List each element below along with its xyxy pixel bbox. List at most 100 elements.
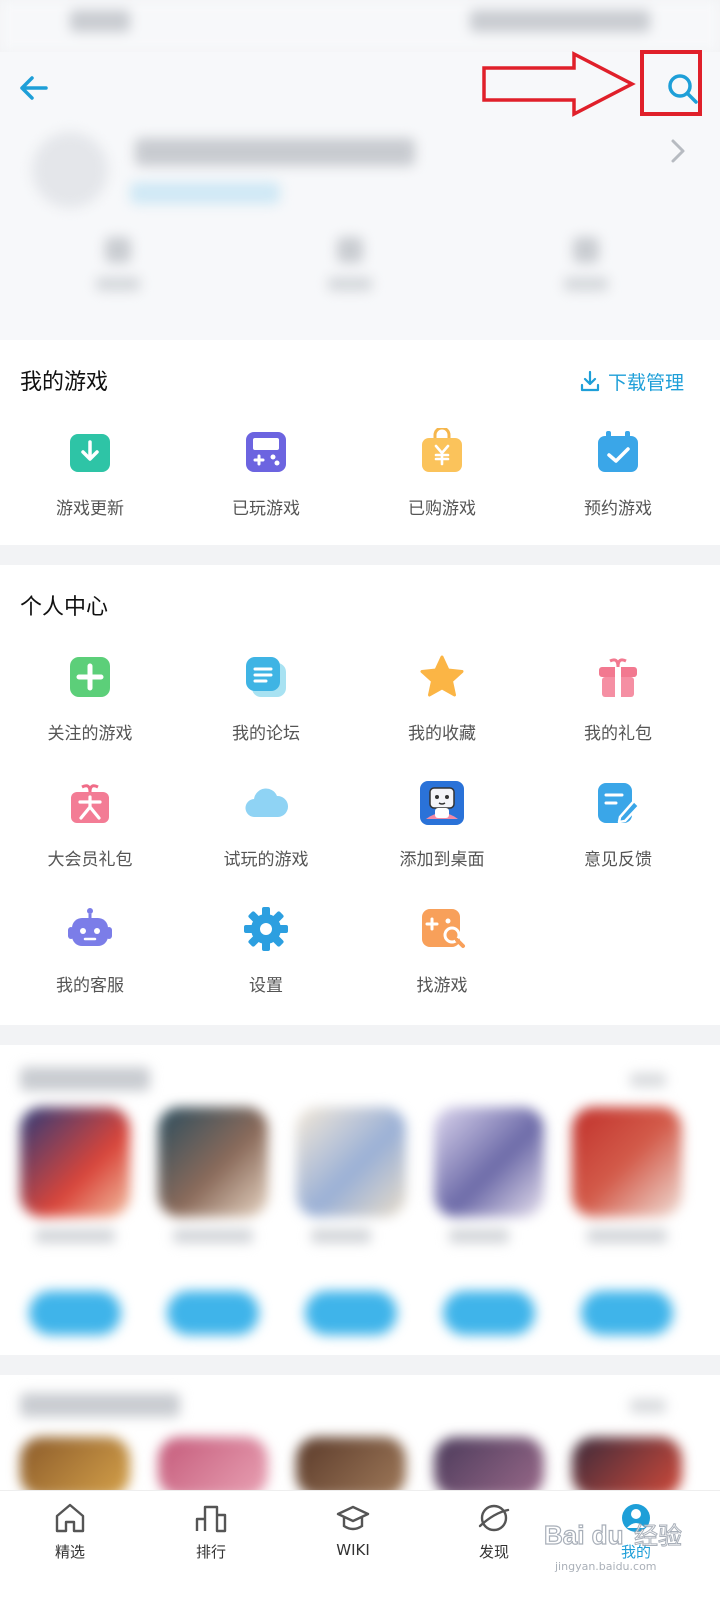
vip-gift-label: 大会员礼包 xyxy=(47,850,133,870)
feedback-edit-icon xyxy=(598,783,641,824)
recommended-more[interactable] xyxy=(630,1073,666,1087)
download-manage-label: 下载管理 xyxy=(608,371,685,394)
vip-gift-item[interactable]: 大会员礼包 xyxy=(0,779,180,870)
followed-games-label: 关注的游戏 xyxy=(47,724,133,744)
username xyxy=(135,138,415,166)
status-bar xyxy=(0,0,720,52)
purchased-games-item[interactable]: 已购游戏 xyxy=(352,426,532,519)
game-update-item[interactable]: 游戏更新 xyxy=(0,428,180,519)
watermark-url: jingyan.baidu.com xyxy=(555,1560,657,1573)
download-update-icon xyxy=(70,434,110,472)
back-button[interactable] xyxy=(16,68,56,108)
stat-1[interactable] xyxy=(88,237,148,307)
my-favorites-label: 我的收藏 xyxy=(408,724,476,744)
my-gift-label: 我的礼包 xyxy=(584,724,652,744)
planet-icon xyxy=(478,1504,510,1532)
game-update-label: 游戏更新 xyxy=(56,499,124,519)
game-action-button[interactable] xyxy=(167,1291,259,1335)
bottom-tab-bar: 精选 排行 WIKI 发现 我的 xyxy=(0,1490,720,1601)
find-game-item[interactable]: 找游戏 xyxy=(352,905,532,996)
recommended-games-section xyxy=(0,1045,720,1355)
feedback-label: 意见反馈 xyxy=(584,850,652,870)
my-forum-item[interactable]: 我的论坛 xyxy=(176,653,356,744)
add-to-desktop-label: 添加到桌面 xyxy=(399,850,485,870)
game-icon[interactable] xyxy=(434,1107,544,1217)
recommended-title xyxy=(20,1067,150,1091)
tab-discover-label: 发现 xyxy=(478,1543,509,1561)
find-game-icon xyxy=(422,909,465,948)
tab-wiki[interactable]: WIKI xyxy=(313,1501,393,1559)
my-games-title: 我的游戏 xyxy=(20,370,109,395)
game-icon[interactable] xyxy=(434,1437,544,1497)
status-indicators xyxy=(470,10,650,32)
download-manage-link[interactable]: 下载管理 xyxy=(578,366,684,396)
game-name xyxy=(311,1229,371,1243)
my-forum-label: 我的论坛 xyxy=(232,724,300,744)
game-name xyxy=(449,1229,509,1243)
robot-service-icon xyxy=(68,908,112,946)
personal-center-title: 个人中心 xyxy=(20,595,109,620)
tab-ranking[interactable]: 排行 xyxy=(171,1501,251,1562)
game-icon[interactable] xyxy=(296,1107,406,1217)
tab-featured[interactable]: 精选 xyxy=(30,1501,110,1562)
game-icon[interactable] xyxy=(572,1437,682,1497)
search-button[interactable] xyxy=(660,66,706,112)
gift-icon xyxy=(599,658,637,697)
tab-mine-label: 我的 xyxy=(620,1543,651,1561)
second-section-more[interactable] xyxy=(630,1399,666,1413)
game-action-button[interactable] xyxy=(305,1291,397,1335)
graduation-cap-icon xyxy=(336,1505,370,1531)
plus-follow-icon xyxy=(70,657,110,697)
personal-center-card: 个人中心 关注的游戏 我的论坛 我的收藏 我的礼包 大会员礼包 试玩的游戏 添加… xyxy=(0,565,720,1025)
game-action-button[interactable] xyxy=(29,1291,121,1335)
game-icon[interactable] xyxy=(158,1107,268,1217)
game-action-button[interactable] xyxy=(443,1291,535,1335)
find-game-label: 找游戏 xyxy=(416,976,468,996)
played-games-label: 已玩游戏 xyxy=(232,499,300,519)
status-time xyxy=(70,10,130,32)
tab-featured-label: 精选 xyxy=(54,1543,85,1561)
game-icon[interactable] xyxy=(158,1437,268,1497)
profile-icon xyxy=(622,1504,650,1532)
cloud-icon xyxy=(245,788,289,818)
customer-service-item[interactable]: 我的客服 xyxy=(0,905,180,996)
vip-gift-icon xyxy=(71,784,109,823)
reserved-games-item[interactable]: 预约游戏 xyxy=(528,428,708,519)
purchased-games-label: 已购游戏 xyxy=(408,499,476,519)
second-section-title xyxy=(20,1393,180,1417)
avatar[interactable] xyxy=(32,132,108,208)
played-games-item[interactable]: 已玩游戏 xyxy=(176,428,356,519)
game-icon[interactable] xyxy=(20,1437,130,1497)
download-icon xyxy=(580,370,600,392)
tab-ranking-label: 排行 xyxy=(195,1543,226,1561)
stat-3[interactable] xyxy=(556,237,616,307)
my-gift-item[interactable]: 我的礼包 xyxy=(528,653,708,744)
game-icon[interactable] xyxy=(296,1437,406,1497)
my-favorites-item[interactable]: 我的收藏 xyxy=(352,653,532,744)
calendar-check-icon xyxy=(598,431,638,472)
user-level-badge xyxy=(130,182,280,204)
add-to-desktop-item[interactable]: 添加到桌面 xyxy=(352,779,532,870)
tab-mine[interactable]: 我的 xyxy=(596,1501,676,1562)
star-icon xyxy=(420,655,464,697)
home-icon xyxy=(55,1503,85,1533)
settings-label: 设置 xyxy=(249,976,283,996)
feedback-item[interactable]: 意见反馈 xyxy=(528,779,708,870)
game-icon[interactable] xyxy=(20,1107,130,1217)
reserved-games-label: 预约游戏 xyxy=(584,499,652,519)
followed-games-item[interactable]: 关注的游戏 xyxy=(0,653,180,744)
second-games-section xyxy=(0,1375,720,1497)
gear-icon xyxy=(244,907,288,951)
trial-games-item[interactable]: 试玩的游戏 xyxy=(176,779,356,870)
purchased-bag-icon xyxy=(422,426,462,472)
my-games-card: 我的游戏 下载管理 游戏更新 已玩游戏 已购游戏 预约游戏 xyxy=(0,340,720,545)
game-icon[interactable] xyxy=(572,1107,682,1217)
gamepad-icon xyxy=(246,432,286,472)
game-name xyxy=(587,1229,667,1243)
tv-mascot-icon xyxy=(420,781,464,825)
tab-discover[interactable]: 发现 xyxy=(454,1501,534,1562)
game-action-button[interactable] xyxy=(581,1291,673,1335)
stat-2[interactable] xyxy=(320,237,380,307)
chevron-right-icon[interactable] xyxy=(668,136,688,166)
settings-item[interactable]: 设置 xyxy=(176,905,356,996)
